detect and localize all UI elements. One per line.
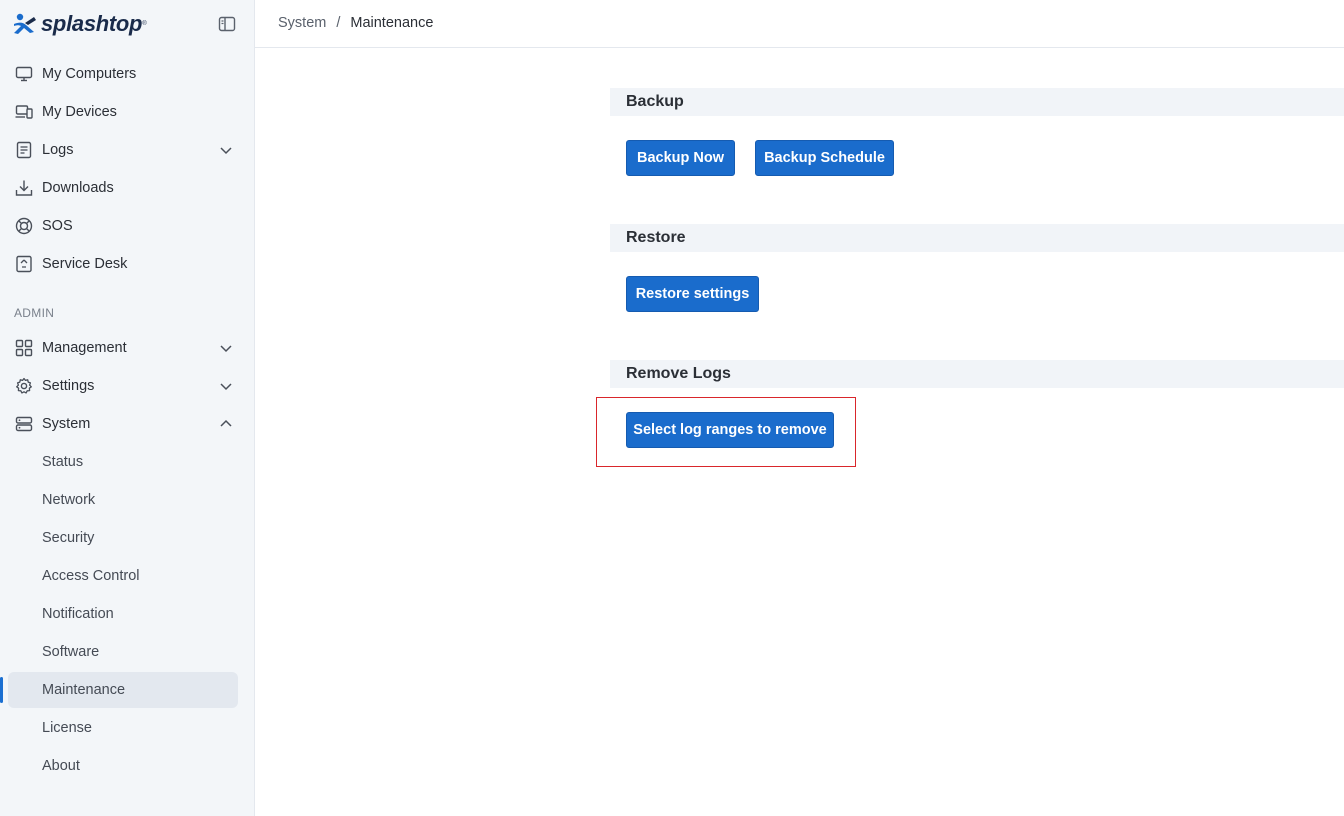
backup-now-button[interactable]: Backup Now xyxy=(626,140,735,176)
monitor-icon xyxy=(15,66,33,82)
sidebar-item-license[interactable]: License xyxy=(8,710,238,746)
sidebar-item-label: Management xyxy=(42,340,127,356)
sidebar: splashtop ® My Computers My Devices Logs… xyxy=(0,0,255,816)
sidebar-item-my-computers[interactable]: My Computers xyxy=(8,56,238,92)
sidebar-item-maintenance[interactable]: Maintenance xyxy=(8,672,238,708)
sidebar-item-label: Status xyxy=(42,454,84,470)
sidebar-item-status[interactable]: Status xyxy=(8,444,238,480)
download-icon xyxy=(15,180,33,196)
breadcrumb: System / Maintenance xyxy=(278,15,433,31)
chevron-up-icon[interactable] xyxy=(219,417,233,431)
sidebar-item-service-desk[interactable]: Service Desk xyxy=(8,246,238,282)
breadcrumb-separator: / xyxy=(336,15,341,31)
logs-icon xyxy=(16,141,32,159)
sos-icon xyxy=(15,217,33,235)
sidebar-item-label: Software xyxy=(42,644,100,660)
sidebar-item-label: System xyxy=(42,416,91,432)
sidebar-item-label: License xyxy=(42,720,92,736)
brand-trademark: ® xyxy=(142,21,147,27)
splashtop-logo[interactable]: splashtop ® xyxy=(12,10,147,38)
splashtop-logo-icon xyxy=(14,13,36,34)
restore-section-title: Restore xyxy=(626,229,686,246)
gear-icon xyxy=(16,377,32,394)
sidebar-item-label: Notification xyxy=(42,606,114,622)
brand-name: splashtop xyxy=(41,11,143,36)
sidebar-item-label: About xyxy=(42,758,80,774)
chevron-down-icon[interactable] xyxy=(219,341,233,355)
sidebar-item-label: Settings xyxy=(42,378,95,394)
sidebar-item-label: SOS xyxy=(42,218,73,234)
sidebar-item-settings[interactable]: Settings xyxy=(8,368,238,404)
server-icon xyxy=(15,416,33,432)
chevron-down-icon[interactable] xyxy=(219,379,233,393)
backup-schedule-button[interactable]: Backup Schedule xyxy=(755,140,894,176)
sidebar-item-label: Security xyxy=(42,530,95,546)
sidebar-item-access-control[interactable]: Access Control xyxy=(8,558,238,594)
sidebar-item-management[interactable]: Management xyxy=(8,330,238,366)
backup-section-title: Backup xyxy=(626,93,684,110)
sidebar-item-label: Logs xyxy=(42,142,74,158)
remove-logs-section-title: Remove Logs xyxy=(626,365,731,382)
sidebar-item-label: Downloads xyxy=(42,180,114,196)
backup-section-header: Backup xyxy=(610,88,1344,116)
select-log-ranges-button[interactable]: Select log ranges to remove xyxy=(626,412,834,448)
top-bar: System / Maintenance xyxy=(255,0,1344,48)
sidebar-item-system[interactable]: System xyxy=(8,406,238,442)
sidebar-item-security[interactable]: Security xyxy=(8,520,238,556)
sidebar-collapse-icon[interactable] xyxy=(218,15,236,33)
sidebar-item-notification[interactable]: Notification xyxy=(8,596,238,632)
active-indicator xyxy=(0,677,3,703)
sidebar-item-sos[interactable]: SOS xyxy=(8,208,238,244)
grid-icon xyxy=(15,339,33,357)
chevron-down-icon[interactable] xyxy=(219,143,233,157)
admin-section-label: ADMIN xyxy=(14,306,55,320)
restore-settings-button[interactable]: Restore settings xyxy=(626,276,759,312)
sidebar-item-my-devices[interactable]: My Devices xyxy=(8,94,238,130)
sidebar-item-label: Network xyxy=(42,492,96,508)
breadcrumb-system-link[interactable]: System xyxy=(278,15,326,31)
service-desk-icon xyxy=(16,255,32,273)
sidebar-item-label: Maintenance xyxy=(42,682,126,698)
sidebar-item-label: My Computers xyxy=(42,66,137,82)
sidebar-item-label: Service Desk xyxy=(42,256,128,272)
restore-section-header: Restore xyxy=(610,224,1344,252)
sidebar-item-about[interactable]: About xyxy=(8,748,238,784)
remove-logs-section-header: Remove Logs xyxy=(610,360,1344,388)
sidebar-item-network[interactable]: Network xyxy=(8,482,238,518)
logo-row: splashtop ® xyxy=(0,0,255,48)
devices-icon xyxy=(15,105,33,119)
sidebar-item-software[interactable]: Software xyxy=(8,634,238,670)
sidebar-item-logs[interactable]: Logs xyxy=(8,132,238,168)
sidebar-item-downloads[interactable]: Downloads xyxy=(8,170,238,206)
sidebar-item-label: Access Control xyxy=(42,568,140,584)
breadcrumb-current: Maintenance xyxy=(350,15,434,31)
sidebar-item-label: My Devices xyxy=(42,104,117,120)
